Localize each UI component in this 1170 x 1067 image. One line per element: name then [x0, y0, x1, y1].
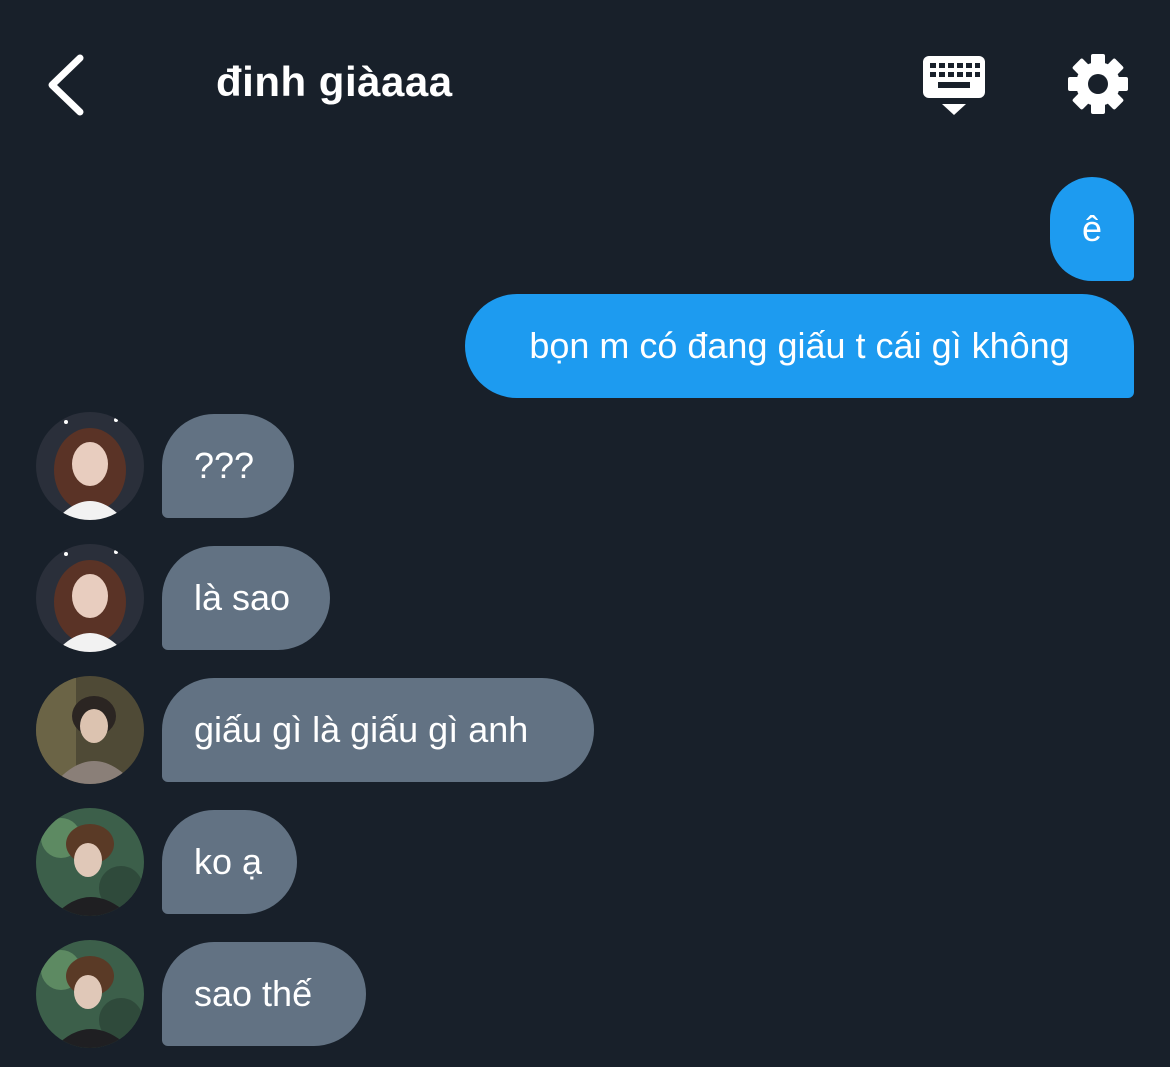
- message-text: ê: [1081, 208, 1103, 249]
- gear-icon: [1068, 54, 1128, 114]
- avatar[interactable]: [36, 412, 144, 520]
- settings-button[interactable]: [1064, 50, 1132, 118]
- message-text: giấu gì là giấu gì anh: [194, 709, 529, 750]
- avatar[interactable]: [36, 940, 144, 1048]
- chevron-left-icon: [48, 54, 84, 116]
- received-message[interactable]: ko ạ: [162, 810, 297, 914]
- chat-header: đinh giàaaa: [0, 0, 1170, 170]
- message-text: sao thế: [194, 973, 313, 1014]
- received-message[interactable]: sao thế: [162, 942, 366, 1046]
- keyboard-button[interactable]: [918, 50, 990, 122]
- sent-message[interactable]: bọn m có đang giấu t cái gì không: [465, 294, 1134, 398]
- message-text: là sao: [194, 577, 291, 618]
- received-message[interactable]: ???: [162, 414, 294, 518]
- avatar[interactable]: [36, 676, 144, 784]
- message-text: bọn m có đang giấu t cái gì không: [529, 325, 1070, 366]
- keyboard-icon: [923, 56, 985, 115]
- received-message[interactable]: là sao: [162, 546, 330, 650]
- avatar[interactable]: [36, 544, 144, 652]
- sent-message[interactable]: ê: [1050, 177, 1134, 281]
- received-message[interactable]: giấu gì là giấu gì anh: [162, 678, 594, 782]
- message-text: ko ạ: [194, 841, 263, 882]
- avatar[interactable]: [36, 808, 144, 916]
- chat-title: đinh giàaaa: [216, 58, 453, 105]
- back-button[interactable]: [40, 50, 100, 120]
- message-text: ???: [194, 445, 255, 486]
